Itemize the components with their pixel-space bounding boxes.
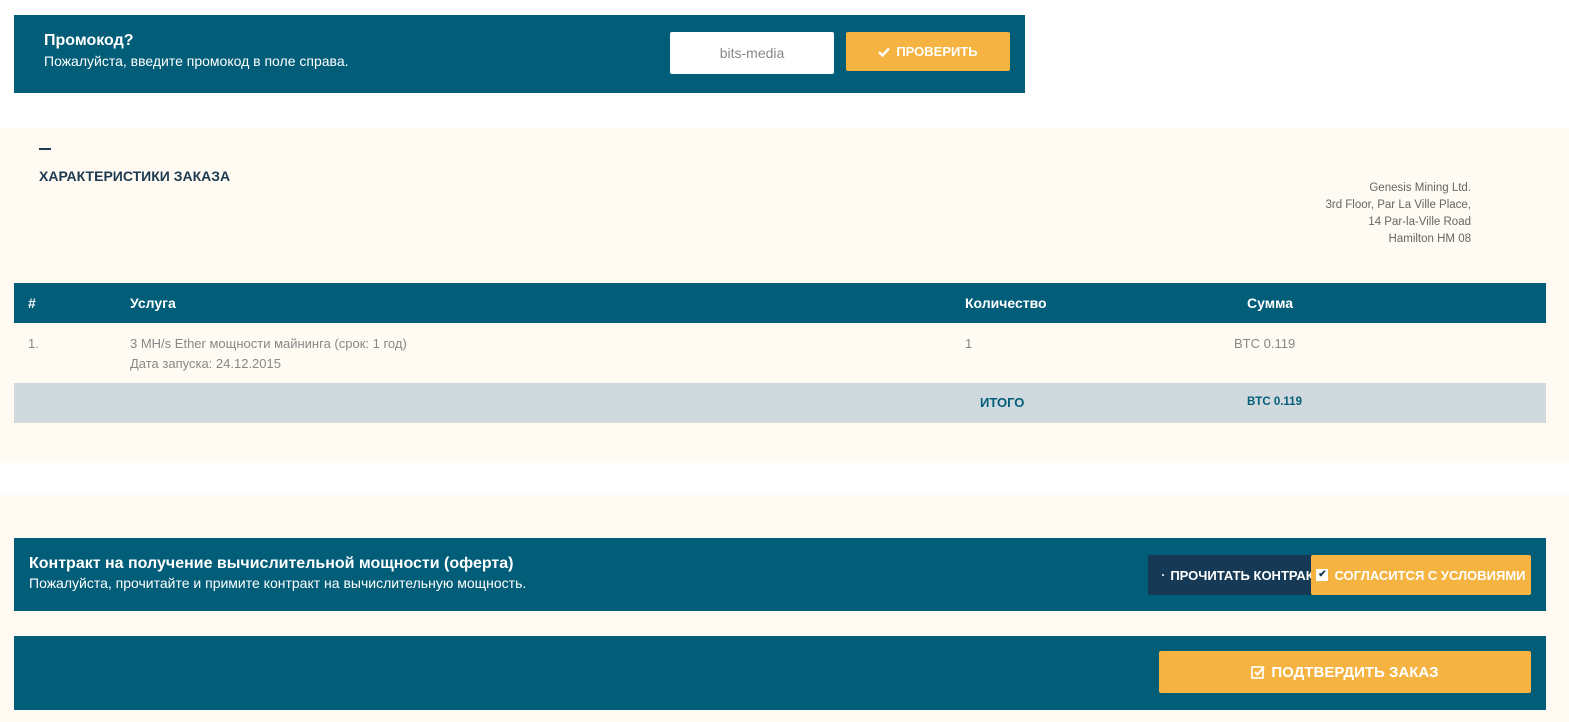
contract-title: Контракт на получение вычислительной мощ… [29,555,514,572]
contract-subtitle: Пожалуйста, прочитайте и примите контрак… [29,575,527,591]
checkbox-check-icon [1251,666,1266,679]
row-service: 3 MH/s Ether мощности майнинга (срок: 1 … [130,336,407,351]
total-value: BTC 0.119 [1247,396,1302,408]
row-quantity: 1 [965,336,973,351]
read-contract-label: ПРОЧИТАТЬ КОНТРАКТ [1170,567,1322,583]
promo-title: Промокод? [44,32,134,49]
promo-panel: Промокод? Пожалуйста, введите промокод в… [14,15,1025,93]
heading-dash [39,148,51,150]
total-label: ИТОГО [980,395,1025,410]
address-line: Hamilton HM 08 [1388,233,1471,245]
company-address: Genesis Mining Ltd. 3rd Floor, Par La Vi… [1325,180,1471,248]
checkmark-icon [878,47,891,57]
row-sum: BTC 0.119 [1234,336,1296,351]
confirm-panel: ПОДТВЕРДИТЬ ЗАКАЗ [14,636,1546,710]
check-promo-button[interactable]: ПРОВЕРИТЬ [846,32,1010,71]
address-line: 3rd Floor, Par La Ville Place, [1325,199,1471,211]
checkbox-icon: ✔ [1316,569,1329,581]
agree-terms-button[interactable]: ✔ СОГЛАСИТСЯ С УСЛОВИЯМИ [1311,555,1531,595]
check-promo-label: ПРОВЕРИТЬ [896,44,978,59]
confirm-order-button[interactable]: ПОДТВЕРДИТЬ ЗАКАЗ [1159,651,1531,693]
column-header-service: Услуга [130,295,176,311]
order-heading: ХАРАКТЕРИСТИКИ ЗАКАЗА [39,168,231,184]
order-table: # Услуга Количество Сумма 1. 3 MH/s Ethe… [14,283,1546,423]
order-section: ХАРАКТЕРИСТИКИ ЗАКАЗА Genesis Mining Ltd… [0,128,1569,463]
book-icon [1162,574,1165,576]
column-header-number: # [28,295,36,311]
table-header: # Услуга Количество Сумма [14,283,1546,323]
promo-subtitle: Пожалуйста, введите промокод в поле спра… [44,53,349,69]
agree-terms-label: СОГЛАСИТСЯ С УСЛОВИЯМИ [1334,567,1526,583]
read-contract-button[interactable]: ПРОЧИТАТЬ КОНТРАКТ [1148,555,1328,595]
column-header-quantity: Количество [965,295,1047,311]
confirm-order-label: ПОДТВЕРДИТЬ ЗАКАЗ [1271,663,1439,681]
row-number: 1. [28,336,39,351]
column-header-sum: Сумма [1247,295,1294,311]
row-start-date: Дата запуска: 24.12.2015 [130,356,281,371]
table-row: 1. 3 MH/s Ether мощности майнинга (срок:… [14,323,1546,383]
table-total-row: ИТОГО BTC 0.119 [14,383,1546,423]
address-line: Genesis Mining Ltd. [1369,182,1471,194]
address-line: 14 Par-la-Ville Road [1368,216,1471,228]
contract-panel: Контракт на получение вычислительной мощ… [14,538,1546,611]
promo-code-input[interactable] [670,32,834,74]
